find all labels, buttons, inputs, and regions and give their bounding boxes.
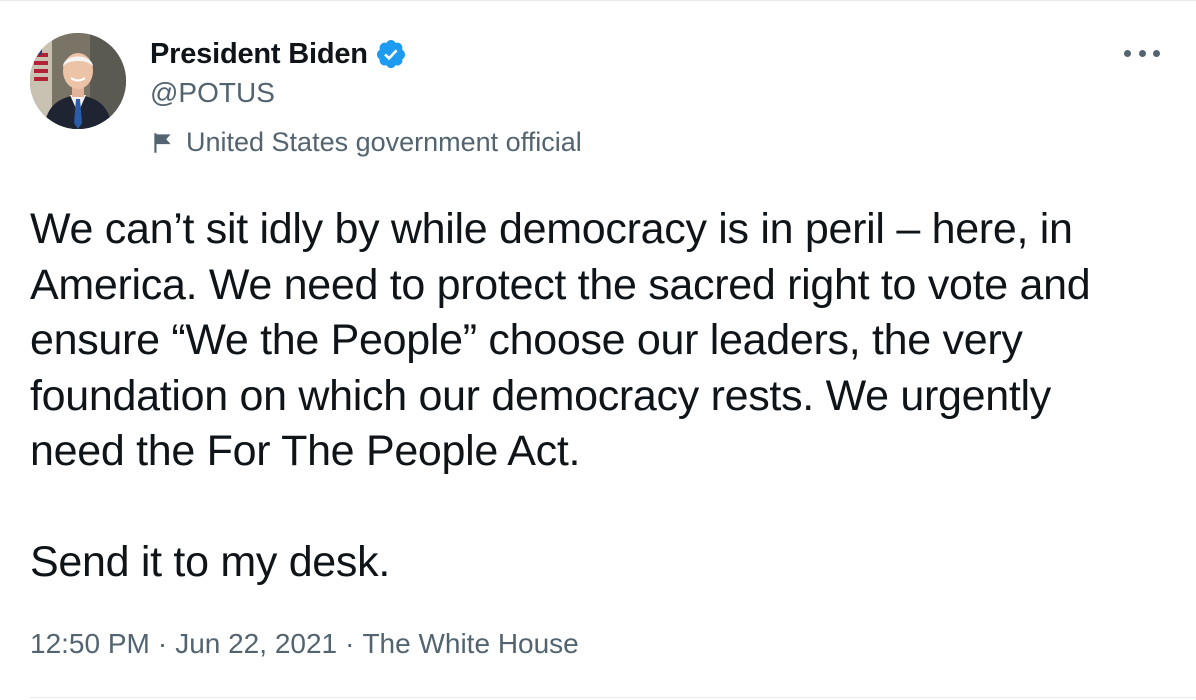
meta-separator: · [345,628,355,659]
more-options-icon[interactable] [1124,41,1160,65]
meta-separator: · [157,628,168,659]
bottom-divider [30,697,1196,698]
handle[interactable]: @POTUS [150,77,582,109]
government-label[interactable]: United States government official [150,127,582,158]
more-dot [1124,49,1131,57]
tweet-meta: 12:50 PM · Jun 22, 2021 · The White Hous… [30,628,579,660]
more-dot [1138,49,1146,57]
display-name[interactable]: President Biden [150,38,368,71]
verified-badge-icon [375,38,407,70]
author-block: President Biden @POTUS United States gov… [150,37,582,158]
tweet-closing-line: Send it to my desk. [30,538,390,586]
tweet-text-line: America. We need to protect the sacred r… [30,260,1091,309]
more-dot [1153,49,1160,57]
government-label-text: United States government official [186,127,582,157]
flag-icon [150,130,176,156]
tweet-text-line: ensure “We the People” choose our leader… [30,316,1023,364]
tweet-text-line: foundation on which our democracy rests.… [30,371,1051,420]
tweet-time[interactable]: 12:50 PM [30,628,150,660]
tweet-text: We can’t sit idly by while democracy is … [30,202,1170,591]
avatar-image [30,33,126,129]
tweet-source[interactable]: The White House [362,628,578,660]
tweet-card: President Biden @POTUS United States gov… [0,0,1196,700]
tweet-date[interactable]: Jun 22, 2021 [175,628,337,660]
name-row: President Biden [150,37,582,71]
tweet-text-line: We can’t sit idly by while democracy is … [30,205,1073,253]
avatar[interactable] [30,33,126,129]
tweet-text-line: need the For The People Act. [30,427,581,475]
